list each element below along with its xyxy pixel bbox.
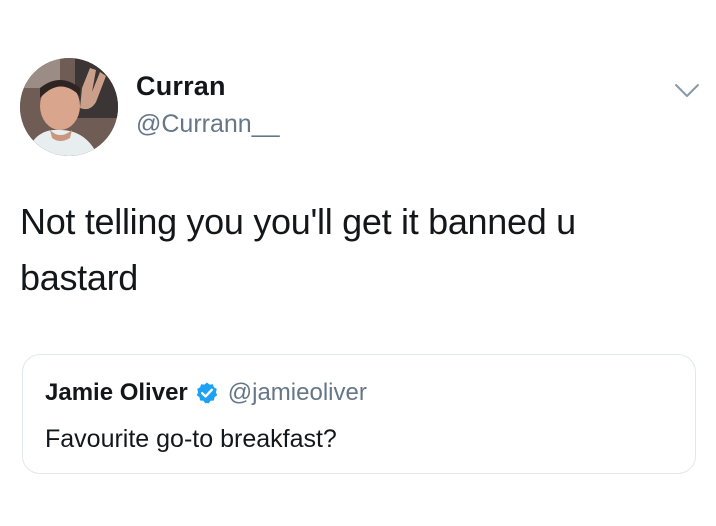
verified-badge-icon <box>195 381 219 405</box>
chevron-down-icon[interactable] <box>674 82 700 100</box>
quoted-tweet-header: Jamie Oliver @jamieoliver <box>45 377 367 409</box>
quoted-author-name[interactable]: Jamie Oliver <box>45 379 188 407</box>
tweet-text: Not telling you you'll get it banned u b… <box>20 201 576 298</box>
avatar[interactable] <box>20 58 118 156</box>
tweet: Curran @Currann__ Not telling you you'll… <box>0 0 716 526</box>
author-name[interactable]: Curran <box>136 71 226 102</box>
quoted-author-handle[interactable]: @jamieoliver <box>228 379 367 407</box>
quoted-tweet-text: Favourite go-to breakfast? <box>45 425 337 453</box>
avatar-image <box>20 58 118 156</box>
quoted-tweet[interactable]: Jamie Oliver @jamieoliver Favourite go-t… <box>22 354 696 474</box>
author-handle[interactable]: @Currann__ <box>136 110 280 139</box>
